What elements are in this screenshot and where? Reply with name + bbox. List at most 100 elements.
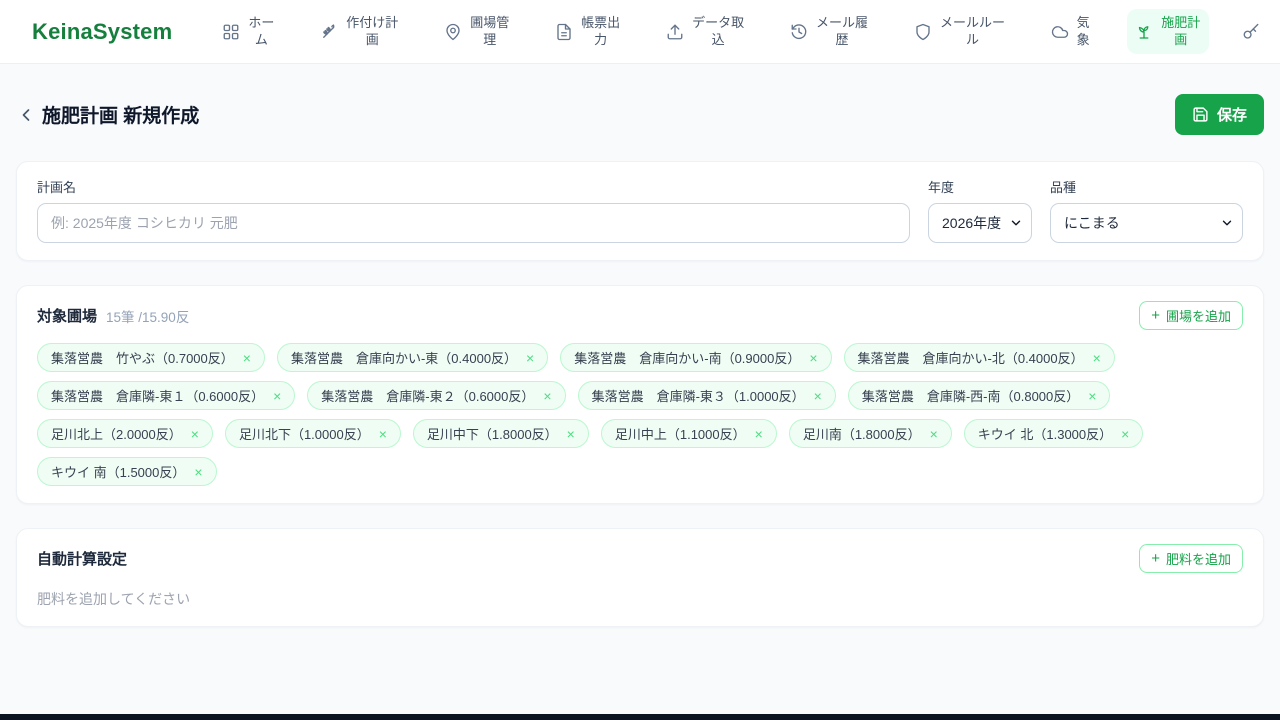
field-tag-label: 集落営農 竹やぶ（0.7000反） [51,351,234,366]
document-icon [555,23,573,41]
bottom-edge-bar [0,714,1280,720]
add-fertilizer-button-label: 肥料を追加 [1165,552,1231,567]
field-tag-label: 足川北上（2.0000反） [51,427,182,442]
field-tag-label: 集落営農 倉庫隣-東１（0.6000反） [51,389,265,404]
plus-icon: + [1151,307,1160,324]
main-nav: ホーム 作付け計画 圃場管理 帳票出力 データ取込 メール履歴 メールルール 気… [214,8,1280,55]
nav-item-mail-history[interactable]: メール履歴 [782,9,877,54]
plan-name-input[interactable] [37,203,910,243]
nav-item-fertilization-plan[interactable]: 施肥計画 [1127,8,1210,55]
field-tag-list: 集落営農 竹やぶ（0.7000反） × 集落営農 倉庫向かい-東（0.4000反）… [37,343,1243,486]
key-icon [1242,23,1260,41]
field-tag-label: 集落営農 倉庫隣-東３（1.0000反） [591,389,805,404]
remove-icon[interactable]: × [814,389,822,403]
nav-item-report-output[interactable]: 帳票出力 [547,9,629,54]
field-tag-label: 集落営農 倉庫向かい-南（0.9000反） [574,351,801,366]
field-tag: 集落営農 倉庫向かい-北（0.4000反） × [843,343,1115,372]
chevron-left-icon [16,105,36,125]
field-tag-label: 足川中上（1.1000反） [614,427,746,442]
auto-calc-title: 自動計算設定 [37,551,128,568]
app-logo[interactable]: KeinaSystem [32,19,172,45]
remove-icon[interactable]: × [1093,351,1101,365]
remove-icon[interactable]: × [930,427,938,441]
key-button[interactable] [1238,17,1264,47]
year-field-group: 年度 2026年度 [928,177,1032,243]
nav-item-label: データ取込 [692,14,745,47]
year-label: 年度 [928,180,955,195]
remove-icon[interactable]: × [194,465,202,479]
save-icon [1192,106,1209,123]
plan-name-label: 計画名 [37,180,77,195]
save-button[interactable]: 保存 [1174,94,1264,135]
remove-icon[interactable]: × [526,351,534,365]
target-fields-card: 対象圃場 15筆 /15.90反 + 圃場を追加 集落営農 竹やぶ（0.7000… [16,285,1264,504]
field-tag: キウイ 南（1.5000反） × [37,457,217,486]
remove-icon[interactable]: × [243,351,251,365]
remove-icon[interactable]: × [191,427,199,441]
field-tag: 集落営農 倉庫向かい-東（0.4000反） × [276,343,549,372]
field-tag: 集落営農 倉庫隣-東２（0.6000反） × [307,381,566,410]
remove-icon[interactable]: × [273,389,281,403]
main-content: 計画名 年度 2026年度 品種 にこまる [0,161,1280,627]
remove-icon[interactable]: × [755,427,763,441]
remove-icon[interactable]: × [567,427,575,441]
save-button-label: 保存 [1216,107,1247,124]
target-fields-title: 対象圃場 [37,308,98,325]
remove-icon[interactable]: × [379,427,387,441]
field-tag: 足川中上（1.1000反） × [600,419,777,448]
nav-item-home[interactable]: ホーム [214,9,283,54]
nav-item-label: メールルール [939,14,1005,47]
fertilizer-empty-message: 肥料を追加してください [37,591,191,607]
nav-item-planting-plan[interactable]: 作付け計画 [312,9,407,54]
back-button[interactable] [16,105,36,125]
remove-icon[interactable]: × [1121,427,1129,441]
nav-item-data-import[interactable]: データ取込 [658,9,753,54]
nav-item-label: 気象 [1076,14,1090,47]
nav-item-label: 圃場管理 [470,14,510,47]
target-fields-summary: 15筆 /15.90反 [106,309,190,325]
field-tag-label: 集落営農 倉庫向かい-東（0.4000反） [290,351,518,366]
field-tag: 集落営農 倉庫向かい-南（0.9000反） × [560,343,832,372]
cloud-icon [1051,23,1069,41]
variety-select[interactable]: にこまる [1050,203,1243,243]
year-select[interactable]: 2026年度 [928,203,1032,243]
upload-icon [666,23,684,41]
field-tag: 足川中下（1.8000反） × [412,419,589,448]
field-tag: 足川北上（2.0000反） × [37,419,213,448]
field-tag-label: 集落営農 倉庫隣-西-南（0.8000反） [861,389,1080,404]
field-tag: 集落営農 竹やぶ（0.7000反） × [37,343,265,372]
nav-item-label: メール履歴 [816,14,869,47]
shield-icon [914,23,932,41]
add-field-button[interactable]: + 圃場を追加 [1139,301,1243,330]
plus-icon: + [1151,550,1160,567]
nav-item-label: ホーム [248,14,275,47]
field-tag: 集落営農 倉庫隣-西-南（0.8000反） × [847,381,1111,410]
remove-icon[interactable]: × [1088,389,1096,403]
field-tag-label: 足川中下（1.8000反） [426,427,558,442]
nav-item-weather[interactable]: 気象 [1043,9,1098,54]
field-tag-label: 集落営農 倉庫向かい-北（0.4000反） [857,351,1084,366]
field-tag: 足川北下（1.0000反） × [224,419,401,448]
history-icon [790,23,808,41]
page-title: 施肥計画 新規作成 [42,106,200,127]
field-tag-label: 足川北下（1.0000反） [238,427,370,442]
map-pin-icon [444,23,462,41]
nav-item-mail-rules[interactable]: メールルール [906,9,1014,54]
nav-item-field-management[interactable]: 圃場管理 [436,9,518,54]
top-navbar: KeinaSystem ホーム 作付け計画 圃場管理 帳票出力 データ取込 メー… [0,0,1280,64]
grid-icon [222,23,240,41]
variety-label: 品種 [1050,180,1077,195]
remove-icon[interactable]: × [543,389,551,403]
variety-field-group: 品種 にこまる [1050,177,1243,243]
field-tag: 集落営農 倉庫隣-東３（1.0000反） × [577,381,836,410]
field-tag: 足川南（1.8000反） × [788,419,952,448]
plan-info-card: 計画名 年度 2026年度 品種 にこまる [16,161,1264,261]
remove-icon[interactable]: × [809,351,817,365]
auto-calc-card: 自動計算設定 + 肥料を追加 肥料を追加してください [16,528,1264,627]
nav-item-label: 作付け計画 [346,14,399,47]
nav-item-label: 帳票出力 [581,14,621,47]
field-tag-label: 足川南（1.8000反） [802,427,921,442]
field-tag: 集落営農 倉庫隣-東１（0.6000反） × [37,381,296,410]
field-tag-label: キウイ 南（1.5000反） [51,465,186,480]
add-fertilizer-button[interactable]: + 肥料を追加 [1139,544,1243,573]
